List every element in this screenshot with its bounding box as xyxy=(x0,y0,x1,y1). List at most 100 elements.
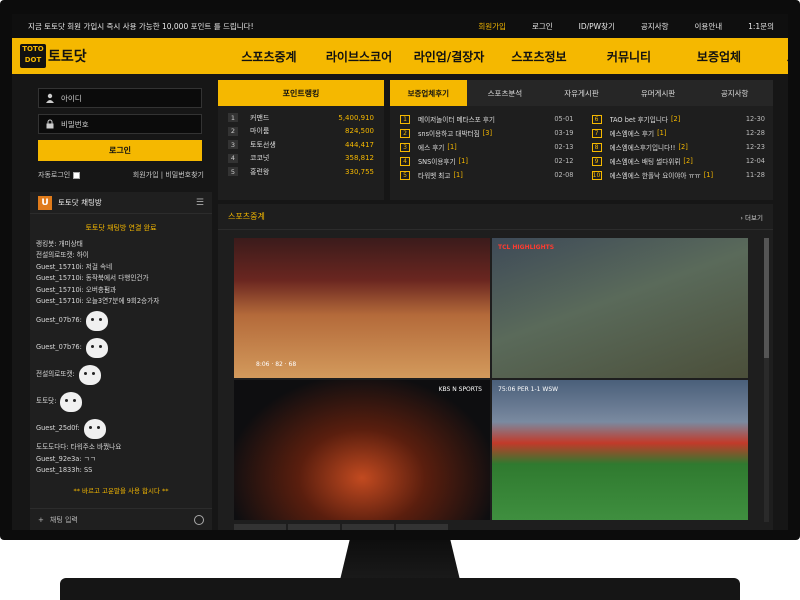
rank-number: 1 xyxy=(228,113,238,123)
password-field[interactable]: 비밀번호 xyxy=(38,114,202,134)
post-number: 7 xyxy=(591,128,602,138)
chat-message-text: 도도도다다: 타워주소 바꿨나요 xyxy=(36,443,122,452)
video-soccer[interactable]: 75:06 PER 1-1 WSW xyxy=(492,380,748,520)
chat-message-text: Guest_15710i: 저걸 속네 xyxy=(36,262,113,271)
menu-icon[interactable]: ☰ xyxy=(196,198,204,208)
post-comment-count: [1] xyxy=(447,143,457,151)
more-link[interactable]: › 더보기 xyxy=(740,212,763,222)
chat-message: Guest_15710i: 오버충펌과 xyxy=(36,285,206,296)
board-post[interactable]: 7 에스엠에스 후기 [1] 12-28 xyxy=(591,126,765,140)
chat-message-text: Guest_07b76: xyxy=(36,316,82,325)
board-post[interactable]: 8 에스엠에스후기입니다!! [2] 12-23 xyxy=(591,140,765,154)
ranking-row[interactable]: 5 홍련왕 330,755 xyxy=(218,165,384,179)
post-title: 에스 후기 xyxy=(418,144,445,152)
board-post[interactable]: 4 SNS이용후기 [1] 02-12 xyxy=(400,154,574,168)
chat-messages: 랭킹봇: 개미상태 전설의로또캣: 하이 Guest_15710i: 저걸 속네 Gu… xyxy=(30,239,212,477)
chat-message: 도도도다다: 타워주소 바꿨나요 xyxy=(36,442,206,453)
chat-logo-icon: U xyxy=(38,195,52,210)
rank-points: 824,500 xyxy=(345,127,374,136)
chat-message: 랭킹봇: 개미상태 xyxy=(36,239,206,250)
post-title: SNS이용후기 xyxy=(418,158,456,166)
ranking-row[interactable]: 3 토토선생 444,417 xyxy=(218,138,384,152)
rank-number: 5 xyxy=(228,167,238,177)
video-baseball-stadium[interactable]: KBS N SPORTS xyxy=(234,380,490,520)
video-grid: 8:06 · 82 · 68 TCL HIGHLIGHTS KBS N SPOR… xyxy=(234,238,748,522)
chat-message: Guest_15710i: 저걸 속네 xyxy=(36,262,206,273)
board-post[interactable]: 2 sns이용하고 대박터짐 [3] 03-19 xyxy=(400,126,574,140)
post-comment-count: [1] xyxy=(657,129,667,137)
auto-login-checkbox[interactable] xyxy=(73,171,81,179)
rank-points: 444,417 xyxy=(345,140,374,149)
logo-top-text: TOTO xyxy=(22,45,44,53)
nav-community[interactable]: 커뮤니티 xyxy=(584,48,674,65)
sticker-icon xyxy=(85,337,108,358)
emoji-icon[interactable] xyxy=(194,514,204,525)
post-comment-count: [2] xyxy=(683,157,693,165)
chat-message: Guest_07b76: xyxy=(36,307,206,334)
signup-notice: 지금 토토닷 회원 가입시 즉시 사용 가능한 10,000 포인트 를 드립니… xyxy=(28,21,254,31)
id-placeholder: 아이디 xyxy=(61,93,82,103)
chat-input[interactable]: + 채팅 입력 xyxy=(30,508,212,530)
chat-banner: ** 바르고 고운말을 사용 합시다 ** xyxy=(73,486,169,495)
video-basketball[interactable]: 8:06 · 82 · 68 xyxy=(234,238,490,378)
find-idpw-link[interactable]: ID/PW찾기 xyxy=(579,21,615,32)
tab-free-board[interactable]: 자유게시판 xyxy=(543,80,620,106)
inquiry-link[interactable]: 1:1문의 xyxy=(748,21,774,32)
nav-sports-broadcast[interactable]: 스포츠중계 xyxy=(224,48,314,65)
ranking-row[interactable]: 2 마이룸 824,500 xyxy=(218,125,384,139)
signup-link[interactable]: 회원가입 xyxy=(478,21,506,32)
rank-name: 홍련왕 xyxy=(250,167,270,176)
nav-lineup[interactable]: 라인업/결장자 xyxy=(404,48,494,65)
sticker-icon xyxy=(60,391,83,412)
scroll-thumb[interactable] xyxy=(764,238,769,358)
nav-sports-info[interactable]: 스포츠정보 xyxy=(494,48,584,65)
tab-humor-board[interactable]: 유머게시판 xyxy=(620,80,697,106)
rank-points: 358,812 xyxy=(345,154,374,163)
chat-message-text: 랭킹봇: 개미상태 xyxy=(36,240,83,248)
nav-point-zone[interactable]: 포인트존 xyxy=(764,48,788,65)
chat-message-text: Guest_15710i: 동작북에서 다행인건가 xyxy=(36,274,149,283)
post-number: 3 xyxy=(400,142,410,152)
nav-live-score[interactable]: 라이브스코어 xyxy=(314,48,404,65)
board-panel: 보증업체후기 스포츠분석 자유게시판 유머게시판 공지사항 1 메이저놀이터 메타… xyxy=(390,80,773,200)
notice-link[interactable]: 공지사항 xyxy=(641,21,669,32)
board-post[interactable]: 6 TAO bet 후기입니다 [2] 12-30 xyxy=(591,112,765,126)
tab-verified-reviews[interactable]: 보증업체후기 xyxy=(390,80,467,106)
login-button[interactable]: 로그인 xyxy=(38,140,202,161)
login-options: 자동로그인 회원가입 | 비밀번호찾기 xyxy=(38,170,212,180)
chat-header: U 토토닷 채팅방 ☰ xyxy=(30,192,212,214)
main-nav: 스포츠중계 라이브스코어 라인업/결장자 스포츠정보 커뮤니티 보증업체 포인트… xyxy=(224,38,788,74)
board-post[interactable]: 1 메이저놀이터 메타스포 후기 05-01 xyxy=(400,112,574,126)
live-broadcast: 스포츠중계 › 더보기 8:06 · 82 · 68 TCL HIGHLIGHT… xyxy=(218,204,773,530)
login-link[interactable]: 로그인 xyxy=(532,21,553,32)
tab-sports-analysis[interactable]: 스포츠분석 xyxy=(467,80,544,106)
post-number: 10 xyxy=(591,170,602,180)
plus-icon[interactable]: + xyxy=(38,516,44,524)
post-title: sns이용하고 대박터짐 xyxy=(418,130,480,138)
signup-find-links[interactable]: 회원가입 | 비밀번호찾기 xyxy=(133,170,204,180)
board-post[interactable]: 9 에스엠에스 배팅 썰다위뤼 [2] 12-04 xyxy=(591,154,765,168)
chat-message: Guest_1833h: SS xyxy=(36,465,206,476)
rank-name: 마이룸 xyxy=(250,127,270,136)
tab-notice[interactable]: 공지사항 xyxy=(696,80,773,106)
board-post[interactable]: 10 에스엠에스 한폴낙 요이야아 ㅠㅠ [1] 11-28 xyxy=(591,168,765,182)
board-post[interactable]: 5 타워벳 최고 [1] 02-08 xyxy=(400,168,574,182)
sticker-icon xyxy=(85,310,108,331)
site-logo[interactable]: TOTO DOT 토토닷 xyxy=(20,42,106,70)
video-lol-highlights[interactable]: TCL HIGHLIGHTS xyxy=(492,238,748,378)
chat-message: Guest_15710i: 오늘3연7분에 9회2승가자 xyxy=(36,296,206,307)
chat-message: 토토닷: xyxy=(36,388,206,415)
board-post[interactable]: 3 에스 후기 [1] 02-13 xyxy=(400,140,574,154)
live-scrollbar[interactable] xyxy=(764,238,769,522)
chat-message: Guest_07b76: xyxy=(36,334,206,361)
ranking-row[interactable]: 4 코코넛 358,812 xyxy=(218,152,384,166)
id-field[interactable]: 아이디 xyxy=(38,88,202,108)
live-title: 스포츠중계 xyxy=(228,212,265,221)
chat-message-text: 전설의로또캣: xyxy=(36,370,75,379)
rank-number: 3 xyxy=(228,140,238,150)
guide-link[interactable]: 이용안내 xyxy=(695,21,723,32)
chat-message-text: 토토닷: xyxy=(36,397,57,406)
ranking-row[interactable]: 1 커맨드 5,400,910 xyxy=(218,111,384,125)
nav-verified[interactable]: 보증업체 xyxy=(674,48,764,65)
post-date: 02-12 xyxy=(554,157,574,165)
